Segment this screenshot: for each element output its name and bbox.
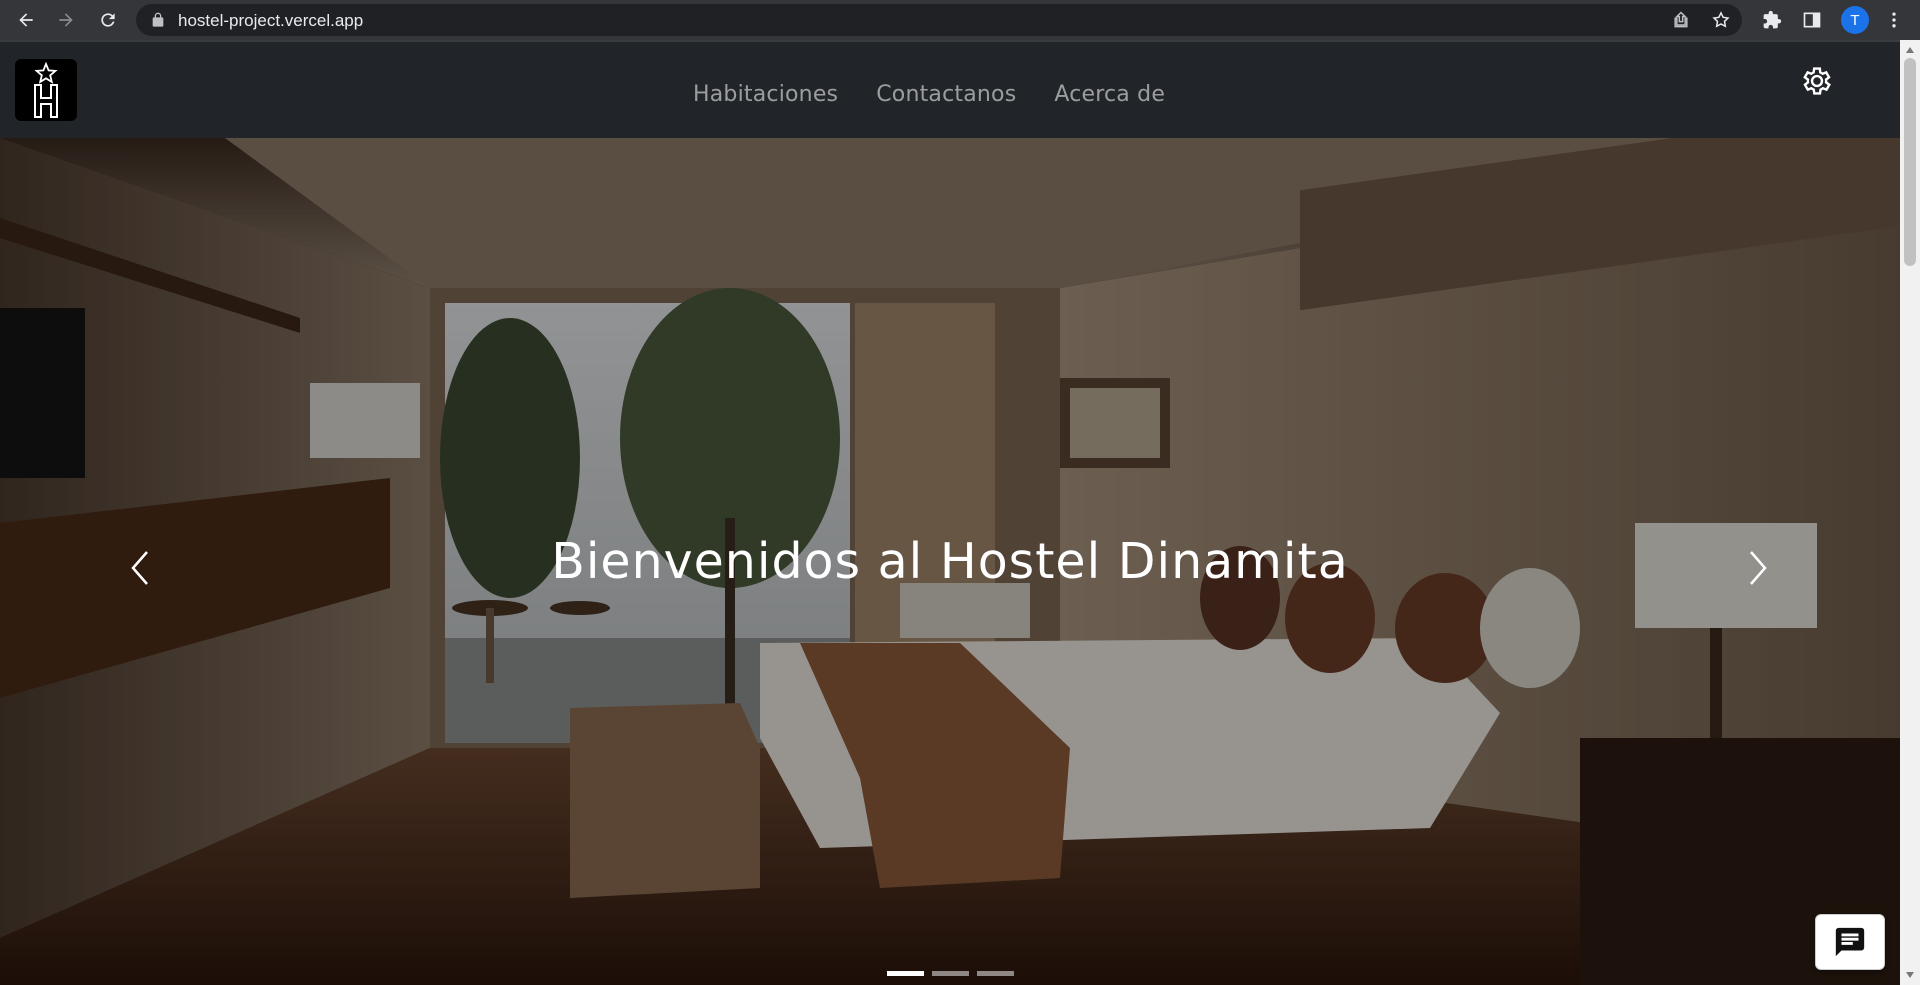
- back-icon: [19, 13, 33, 27]
- carousel-indicator-1[interactable]: [886, 970, 924, 976]
- profile-avatar[interactable]: T: [1841, 6, 1869, 34]
- chevron-right-icon: [1750, 551, 1767, 585]
- page-content: Habitaciones Contactanos Acerca de Bienv…: [0, 40, 1900, 985]
- share-icon[interactable]: [1671, 10, 1691, 30]
- scroll-down-arrow-icon[interactable]: [1905, 971, 1915, 979]
- gear-icon[interactable]: [1800, 64, 1834, 98]
- chevron-left-icon: [131, 551, 148, 585]
- hero-carousel: Bienvenidos al Hostel Dinamita: [0, 138, 1900, 985]
- scrollbar-thumb[interactable]: [1904, 58, 1916, 266]
- reload-button[interactable]: [94, 6, 122, 34]
- side-panel-button[interactable]: [1798, 6, 1826, 34]
- hostel-logo[interactable]: [15, 59, 77, 121]
- scroll-up-arrow-icon[interactable]: [1905, 46, 1915, 54]
- carousel-caption: Bienvenidos al Hostel Dinamita: [551, 533, 1349, 590]
- extensions-button[interactable]: [1758, 6, 1786, 34]
- back-button[interactable]: [12, 6, 40, 34]
- carousel-indicator-2[interactable]: [931, 970, 969, 976]
- bookmark-star-icon[interactable]: [1711, 10, 1731, 30]
- side-panel-icon: [1803, 12, 1821, 28]
- page-scrollbar[interactable]: [1900, 40, 1920, 985]
- carousel-prev-button[interactable]: [95, 508, 185, 628]
- reload-icon: [101, 13, 115, 27]
- browser-menu-button[interactable]: [1880, 6, 1908, 34]
- address-bar[interactable]: hostel-project.vercel.app: [136, 4, 1742, 36]
- carousel-next-button[interactable]: [1713, 508, 1803, 628]
- hostel-logo-icon: [34, 61, 58, 118]
- url-text[interactable]: hostel-project.vercel.app: [178, 11, 363, 31]
- carousel-indicator-3[interactable]: [976, 970, 1014, 976]
- site-navbar: Habitaciones Contactanos Acerca de: [0, 40, 1900, 138]
- nav-link-habitaciones[interactable]: Habitaciones: [693, 82, 857, 107]
- extensions-icon: [1763, 10, 1782, 29]
- chat-icon: [1835, 927, 1865, 957]
- browser-toolbar: hostel-project.vercel.app T: [0, 0, 1920, 40]
- kebab-menu-icon: [1892, 12, 1896, 28]
- forward-icon: [59, 13, 73, 27]
- nav-links: Habitaciones Contactanos Acerca de: [693, 82, 1184, 107]
- nav-link-acerca-de[interactable]: Acerca de: [1035, 82, 1184, 107]
- carousel-indicators: [0, 963, 1900, 983]
- lock-icon[interactable]: [150, 12, 166, 28]
- nav-link-contactanos[interactable]: Contactanos: [857, 82, 1035, 107]
- forward-button[interactable]: [52, 6, 80, 34]
- chat-widget-button[interactable]: [1815, 914, 1885, 970]
